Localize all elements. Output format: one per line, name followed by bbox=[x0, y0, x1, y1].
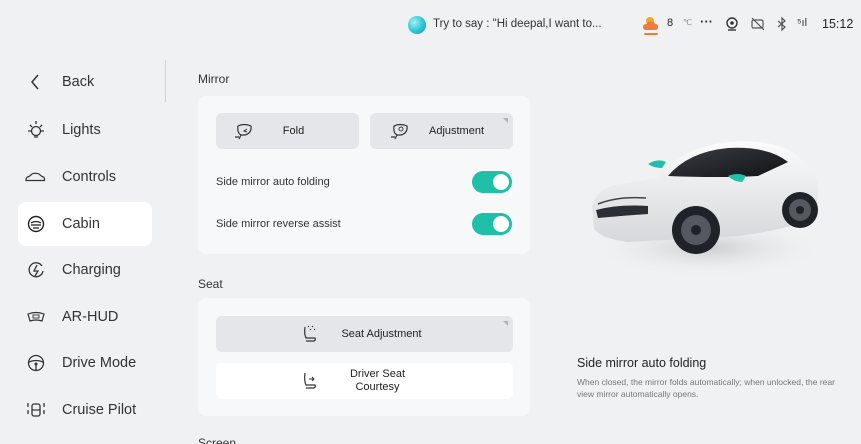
mirror-section-title: Mirror bbox=[198, 72, 230, 86]
mirror-fold-icon bbox=[235, 123, 252, 140]
expand-indicator-icon bbox=[503, 321, 508, 326]
temperature-unit: ℃ bbox=[683, 18, 692, 27]
sidebar-item-cabin[interactable]: Cabin bbox=[18, 202, 152, 246]
reverse-assist-toggle[interactable] bbox=[472, 213, 512, 235]
sidebar-item-label: Cruise Pilot bbox=[62, 402, 137, 418]
bluetooth-icon[interactable] bbox=[774, 16, 790, 32]
sidebar-item-controls[interactable]: Controls bbox=[18, 155, 152, 199]
sidebar-divider bbox=[165, 60, 166, 102]
toggle-knob bbox=[493, 174, 509, 190]
adjustment-label: Adjustment bbox=[428, 124, 485, 137]
status-bar: Try to say : "Hi deepal,I want to... 8 ℃… bbox=[0, 0, 861, 50]
sidebar-item-label: Back bbox=[62, 74, 95, 90]
sidebar-item-ar-hud[interactable]: AR-HUD bbox=[18, 295, 152, 339]
voice-assistant-icon[interactable] bbox=[408, 16, 426, 34]
clock: 15:12 bbox=[822, 17, 854, 31]
temperature: 8 bbox=[667, 17, 674, 29]
sidebar-item-label: Lights bbox=[62, 122, 101, 138]
sidebar-item-label: Controls bbox=[62, 169, 116, 185]
seat-adjustment-label: Seat Adjustment bbox=[341, 327, 422, 340]
car-illustration bbox=[588, 141, 828, 278]
info-title: Side mirror auto folding bbox=[577, 356, 707, 370]
back-chevron-icon bbox=[31, 74, 39, 90]
back-button[interactable]: Back bbox=[18, 60, 152, 104]
seat-adjustment-button[interactable]: Seat Adjustment bbox=[216, 316, 513, 352]
fold-button[interactable]: Fold bbox=[216, 113, 359, 149]
sidebar-item-lights[interactable]: Lights bbox=[18, 108, 152, 152]
sidebar-item-label: Charging bbox=[62, 262, 121, 278]
sidebar-item-charging[interactable]: Charging bbox=[18, 248, 152, 292]
mute-notification-icon[interactable] bbox=[750, 16, 766, 32]
signal-icon: ⁵ıl bbox=[797, 17, 808, 29]
seat-card: Seat Adjustment Driver Seat Courtesy bbox=[198, 298, 530, 416]
light-icon bbox=[28, 121, 44, 138]
sidebar-item-label: Cabin bbox=[62, 216, 100, 232]
info-description: When closed, the mirror folds automatica… bbox=[577, 377, 835, 399]
voice-prompt[interactable]: Try to say : "Hi deepal,I want to... bbox=[433, 18, 602, 30]
more-icon[interactable]: ··· bbox=[700, 14, 716, 30]
cabin-icon bbox=[27, 215, 45, 233]
fold-label: Fold bbox=[282, 124, 305, 137]
courtesy-label-line-1: Driver Seat bbox=[349, 368, 406, 380]
reverse-assist-label: Side mirror reverse assist bbox=[216, 218, 341, 230]
seat-adjustment-icon bbox=[304, 325, 316, 342]
mirror-adjustment-icon bbox=[391, 123, 408, 140]
auto-folding-toggle[interactable] bbox=[472, 171, 512, 193]
adjustment-button[interactable]: Adjustment bbox=[370, 113, 513, 149]
sidebar-item-label: AR-HUD bbox=[62, 309, 119, 325]
sidebar-item-drive-mode[interactable]: Drive Mode bbox=[18, 341, 152, 385]
seat-courtesy-icon bbox=[304, 372, 316, 389]
mirror-card: Fold Adjustment Side mirror auto folding… bbox=[198, 96, 530, 254]
courtesy-label-group: Driver Seat Courtesy bbox=[350, 368, 405, 394]
toggle-knob bbox=[493, 216, 509, 232]
seat-section-title: Seat bbox=[198, 277, 223, 291]
driver-seat-courtesy-button[interactable]: Driver Seat Courtesy bbox=[216, 363, 513, 399]
car-icon bbox=[25, 172, 46, 182]
screen-section-title: Screen bbox=[198, 436, 237, 444]
auto-folding-label: Side mirror auto folding bbox=[216, 176, 330, 188]
charging-icon bbox=[28, 262, 44, 278]
hud-icon bbox=[27, 311, 45, 322]
sidebar-item-label: Drive Mode bbox=[62, 355, 137, 371]
steering-wheel-icon bbox=[27, 354, 45, 372]
cruise-pilot-icon bbox=[27, 403, 45, 417]
camera-icon[interactable] bbox=[724, 16, 740, 32]
expand-indicator-icon bbox=[503, 118, 508, 123]
sidebar-item-cruise-pilot[interactable]: Cruise Pilot bbox=[18, 388, 152, 432]
courtesy-label-line-2: Courtesy bbox=[355, 381, 400, 393]
